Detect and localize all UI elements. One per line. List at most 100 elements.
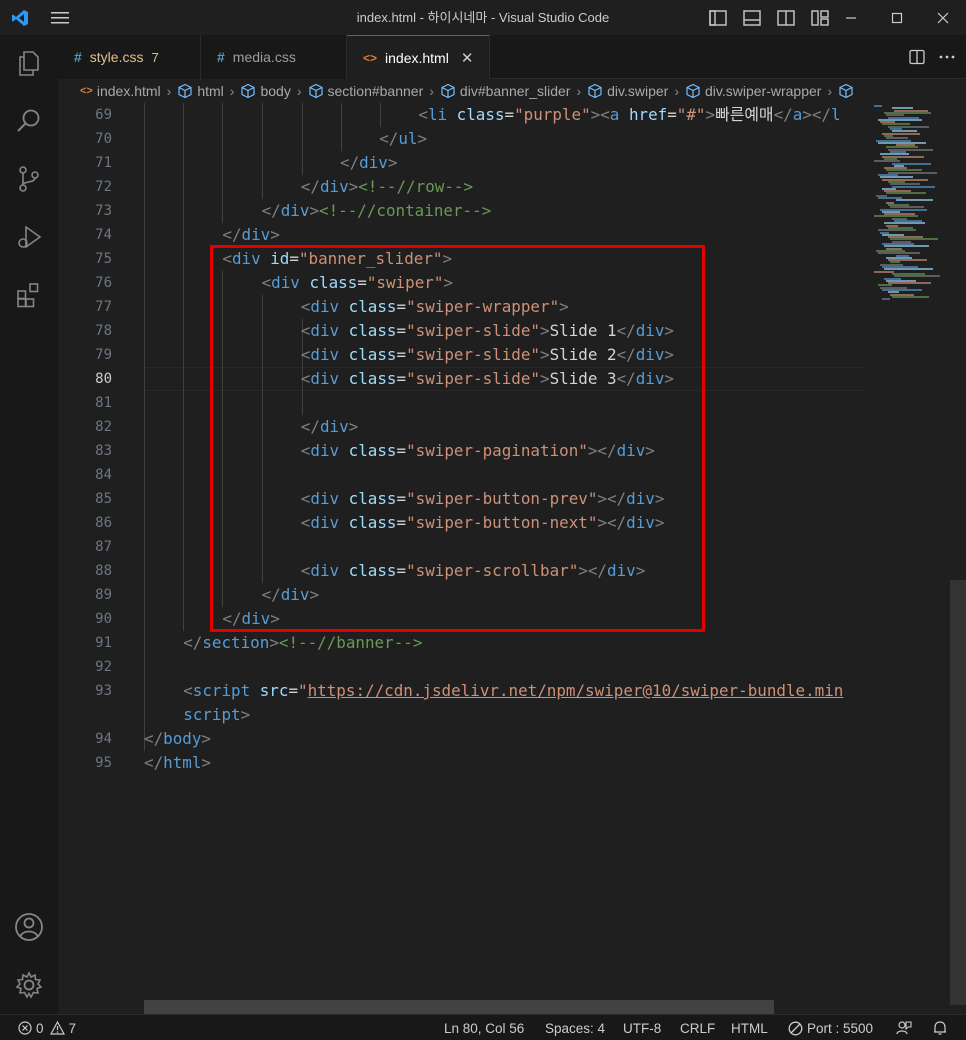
problems-badge: 7 xyxy=(151,49,159,65)
run-debug-icon[interactable] xyxy=(0,211,58,263)
breadcrumb-label: div.swiper-wrapper xyxy=(705,83,822,99)
breadcrumb-item-html[interactable]: html › xyxy=(177,83,240,99)
minimap-line xyxy=(896,199,933,202)
source-control-icon[interactable] xyxy=(0,153,58,205)
element-cube-icon xyxy=(587,83,603,99)
close-icon[interactable] xyxy=(920,0,966,35)
vscode-logo-icon[interactable] xyxy=(0,0,40,35)
breadcrumb-item-body[interactable]: body › xyxy=(240,83,307,99)
live-server-status[interactable]: Port : 5500 xyxy=(788,1015,873,1040)
tab-media-css[interactable]: # media.css xyxy=(201,35,347,79)
breadcrumb-item-swiper-wrapper[interactable]: div.swiper-wrapper › xyxy=(685,83,838,99)
line-number: 89 xyxy=(95,587,112,603)
minimap-line xyxy=(892,185,935,188)
code-line[interactable]: </div><!--//container--> xyxy=(262,199,492,223)
css-file-icon: # xyxy=(217,49,225,65)
code-line[interactable]: </div> xyxy=(222,223,279,247)
breadcrumb-item-file[interactable]: <> index.html › xyxy=(80,83,177,99)
code-line[interactable]: </ul> xyxy=(379,127,427,151)
code-line[interactable]: </section><!--//banner--> xyxy=(183,631,422,655)
status-bar: 0 7 Ln 80, Col 56 Spaces: 4 UTF-8 CRLF H… xyxy=(0,1014,966,1040)
line-number: 84 xyxy=(95,467,112,483)
title-bar: index.html - 하이시네마 - Visual Studio Code xyxy=(0,0,966,35)
code-line[interactable]: </div><!--//row--> xyxy=(301,175,473,199)
element-cube-icon xyxy=(177,83,193,99)
line-number: 92 xyxy=(95,659,112,675)
minimap-line xyxy=(874,270,894,273)
eol-status[interactable]: CRLF xyxy=(680,1015,715,1040)
line-number: 90 xyxy=(95,611,112,627)
line-number: 74 xyxy=(95,227,112,243)
line-number: 85 xyxy=(95,491,112,507)
manage-gear-icon[interactable] xyxy=(0,959,58,1011)
breadcrumb-item-banner-slider[interactable]: div#banner_slider › xyxy=(440,83,587,99)
error-count: 0 xyxy=(36,1020,44,1036)
breadcrumb-item-more[interactable] xyxy=(838,83,858,99)
line-number: 88 xyxy=(95,563,112,579)
element-cube-icon xyxy=(308,83,324,99)
line-number: 81 xyxy=(95,395,112,411)
breadcrumb-item-swiper[interactable]: div.swiper › xyxy=(587,83,685,99)
line-number: 77 xyxy=(95,299,112,315)
maximize-icon[interactable] xyxy=(874,0,920,35)
tab-index-html[interactable]: <> index.html ✕ xyxy=(347,35,490,79)
line-number: 71 xyxy=(95,155,112,171)
toggle-panel-icon[interactable] xyxy=(740,0,764,35)
breadcrumb-label: body xyxy=(260,83,291,99)
minimap-line xyxy=(888,282,931,285)
line-number: 80 xyxy=(95,371,112,387)
element-cube-icon xyxy=(838,83,854,99)
line-number: 82 xyxy=(95,419,112,435)
accounts-icon[interactable] xyxy=(0,901,58,953)
element-cube-icon xyxy=(240,83,256,99)
code-line[interactable]: script> xyxy=(183,703,250,727)
search-icon[interactable] xyxy=(0,95,58,147)
css-file-icon: # xyxy=(74,49,82,65)
encoding-status[interactable]: UTF-8 xyxy=(623,1015,661,1040)
line-number: 86 xyxy=(95,515,112,531)
line-number-gutter: 69 70 71 72 73 74 75 76 77 78 79 80 81 82 83 84 85 86 87 88… xyxy=(58,103,114,1014)
port-label: Port : 5500 xyxy=(807,1020,874,1036)
hamburger-menu-icon[interactable] xyxy=(40,0,80,35)
indent-guide xyxy=(183,103,184,631)
breadcrumb-label: section#banner xyxy=(327,83,424,99)
code-line[interactable]: <script src="https://cdn.jsdelivr.net/np… xyxy=(183,679,843,703)
editor-tabs: # style.css 7 # media.css <> index.html … xyxy=(58,35,966,79)
problems-status[interactable]: 0 7 xyxy=(18,1015,76,1040)
code-editor[interactable]: 69 70 71 72 73 74 75 76 77 78 79 80 81 82 83 84 85 86 87 88… xyxy=(58,103,966,1014)
code-line[interactable]: </div> xyxy=(340,151,397,175)
minimap-line xyxy=(886,192,926,195)
toggle-primary-sidebar-icon[interactable] xyxy=(706,0,730,35)
explorer-icon[interactable] xyxy=(0,37,58,89)
line-number: 91 xyxy=(95,635,112,651)
vertical-scrollbar-thumb[interactable] xyxy=(950,580,966,1005)
line-number: 95 xyxy=(95,755,112,771)
indent-guide xyxy=(341,103,342,151)
warning-icon xyxy=(49,1021,65,1035)
breadcrumb-item-section[interactable]: section#banner › xyxy=(308,83,440,99)
tab-label: media.css xyxy=(232,49,296,65)
cursor-position[interactable]: Ln 80, Col 56 xyxy=(444,1015,524,1040)
split-editor-icon[interactable] xyxy=(902,42,932,72)
toggle-secondary-sidebar-icon[interactable] xyxy=(774,0,798,35)
code-line[interactable]: </html> xyxy=(144,751,211,775)
copilot-chat-icon[interactable] xyxy=(896,1015,912,1040)
indentation-status[interactable]: Spaces: 4 xyxy=(545,1015,605,1040)
line-number xyxy=(58,703,112,727)
language-mode[interactable]: HTML xyxy=(731,1015,768,1040)
line-number: 93 xyxy=(95,683,112,699)
code-line[interactable]: </body> xyxy=(144,727,211,751)
more-actions-icon[interactable] xyxy=(932,42,962,72)
breadcrumb-label: html xyxy=(197,83,224,99)
extensions-icon[interactable] xyxy=(0,269,58,321)
horizontal-scrollbar-thumb[interactable] xyxy=(144,1000,774,1014)
minimize-icon[interactable] xyxy=(828,0,874,35)
close-tab-icon[interactable]: ✕ xyxy=(461,49,474,67)
tab-style-css[interactable]: # style.css 7 xyxy=(58,35,201,79)
minimap[interactable] xyxy=(866,103,950,1014)
tab-label: style.css xyxy=(89,49,144,65)
breadcrumb-label: div.swiper xyxy=(607,83,669,99)
notifications-bell-icon[interactable] xyxy=(932,1015,948,1040)
code-line[interactable]: <li class="purple"><a href="#">빠른예매</a><… xyxy=(418,103,840,127)
no-entry-icon xyxy=(788,1021,803,1036)
